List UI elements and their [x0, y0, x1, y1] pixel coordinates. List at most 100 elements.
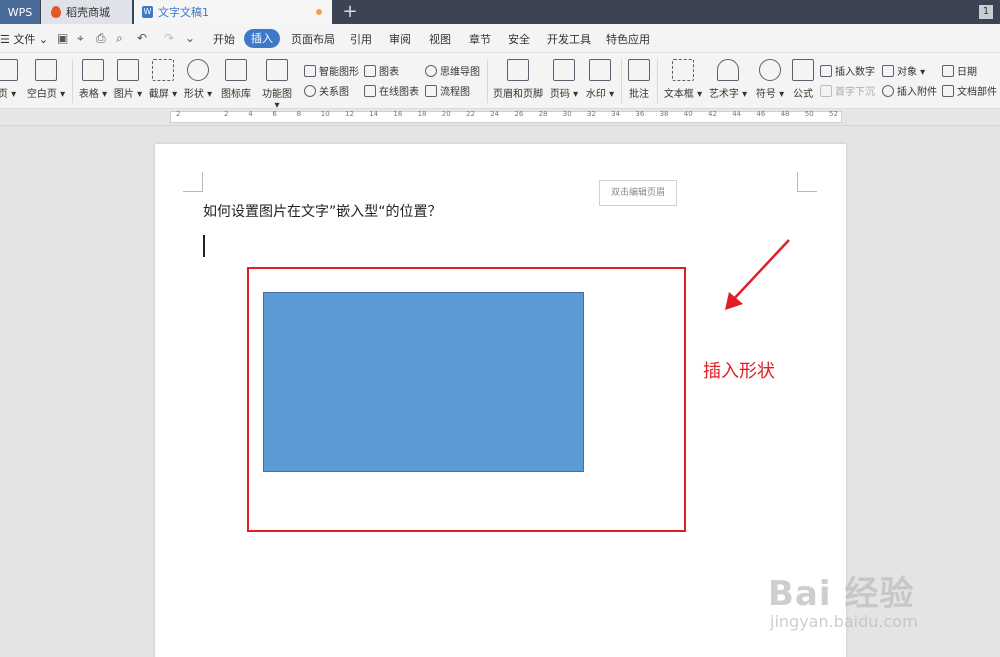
- document-text-question[interactable]: 如何设置图片在文字”嵌入型“的位置？: [203, 201, 442, 221]
- insert-number-button[interactable]: 插入数字: [820, 63, 875, 78]
- watermark-url: jingyan.baidu.com: [770, 612, 918, 631]
- icon-library-icon: [225, 59, 247, 81]
- smart-art-icon: [304, 64, 316, 77]
- blank-page-icon: [35, 59, 57, 81]
- drop-cap-button[interactable]: 首字下沉: [820, 83, 875, 98]
- menu-review[interactable]: 审阅: [389, 31, 411, 47]
- ruler-number: 40: [683, 110, 693, 118]
- insert-number-icon: [820, 64, 832, 77]
- online-chart-icon: [364, 84, 376, 97]
- picture-icon: [117, 59, 139, 81]
- watermark-brand: Bai 经验: [768, 574, 915, 614]
- edit-header-hint[interactable]: 双击编辑页眉: [599, 180, 677, 206]
- new-tab-button[interactable]: +: [340, 0, 360, 24]
- tab-wps-home[interactable]: WPS: [0, 0, 40, 24]
- print-icon[interactable]: ⎙: [96, 31, 106, 45]
- calendar-icon: [942, 64, 954, 77]
- tab-store-label: 稻壳商城: [66, 6, 110, 19]
- drop-cap-icon: [820, 84, 832, 97]
- object-button[interactable]: 对象 ▾: [882, 63, 925, 78]
- menu-bar: ☰ 文件 ⌄ ▣ ⌖ ⎙ ⌕ ↶ ↷ ⌄ 开始 插入 页面布局 引用 审阅 视图…: [0, 24, 1000, 53]
- online-chart-button[interactable]: 在线图表: [364, 83, 419, 98]
- function-chart-button[interactable]: 功能图 ▾: [258, 59, 296, 111]
- chart-button[interactable]: 图表: [364, 63, 399, 78]
- window-count-badge[interactable]: 1: [979, 5, 993, 19]
- icon-library-button[interactable]: 图标库: [220, 59, 252, 100]
- header-footer-icon: [507, 59, 529, 81]
- redo-icon[interactable]: ↷: [164, 31, 174, 45]
- undo-icon[interactable]: ↶: [137, 31, 147, 45]
- ruler-number: 36: [635, 110, 645, 118]
- smart-art-button[interactable]: 智能图形: [304, 63, 359, 78]
- menu-references[interactable]: 引用: [350, 31, 372, 47]
- title-bar: WPS 稻壳商城 W 文字文稿1 + 1: [0, 0, 1000, 24]
- relation-icon: [304, 84, 316, 97]
- wordart-icon: [717, 59, 739, 81]
- header-footer-button[interactable]: 页眉和页脚: [492, 59, 544, 100]
- tab-document[interactable]: W 文字文稿1: [134, 0, 332, 24]
- ruler-number: 12: [345, 110, 354, 118]
- blank-page-button[interactable]: 空白页 ▾: [26, 59, 66, 100]
- page-number-button[interactable]: 页码 ▾: [549, 59, 579, 100]
- ruler-number: 48: [780, 110, 790, 118]
- object-icon: [882, 64, 894, 77]
- symbol-button[interactable]: 符号 ▾: [754, 59, 786, 100]
- ruler-number: 30: [562, 110, 572, 118]
- tab-store[interactable]: 稻壳商城: [41, 0, 132, 24]
- watermark-button[interactable]: 水印 ▾: [585, 59, 615, 100]
- date-button[interactable]: 日期: [942, 63, 977, 78]
- relation-chart-button[interactable]: 关系图: [304, 83, 349, 98]
- menu-view[interactable]: 视图: [429, 31, 451, 47]
- doc-parts-button[interactable]: 文档部件: [942, 83, 997, 98]
- ribbon-separator: [621, 59, 622, 103]
- wordart-button[interactable]: 艺术字 ▾: [708, 59, 748, 100]
- shape-icon: [187, 59, 209, 81]
- ruler-number: 28: [538, 110, 548, 118]
- menu-security[interactable]: 安全: [508, 31, 530, 47]
- ruler-number: 46: [756, 110, 766, 118]
- ruler-number: 2: [176, 110, 181, 118]
- flowchart-button[interactable]: 流程图: [425, 83, 470, 98]
- ruler-number: 2: [224, 110, 229, 118]
- mind-map-button[interactable]: 思维导图: [425, 63, 480, 78]
- menu-start[interactable]: 开始: [213, 31, 235, 47]
- shape-button[interactable]: 形状 ▾: [183, 59, 213, 100]
- ruler-number: 38: [659, 110, 669, 118]
- ruler-number: 50: [804, 110, 814, 118]
- writer-doc-icon: W: [142, 6, 153, 18]
- inserted-rectangle-shape[interactable]: [263, 292, 584, 472]
- doc-parts-icon: [942, 84, 954, 97]
- ruler-number: 14: [369, 110, 379, 118]
- menu-special[interactable]: 特色应用: [606, 31, 650, 47]
- page-icon: [0, 59, 18, 81]
- page-break-button[interactable]: 页 ▾: [0, 59, 20, 100]
- table-button[interactable]: 表格 ▾: [78, 59, 108, 100]
- save-icon[interactable]: ▣: [57, 31, 68, 45]
- screenshot-icon: [152, 59, 174, 81]
- menu-chapter[interactable]: 章节: [469, 31, 491, 47]
- textbox-button[interactable]: 文本框 ▾: [663, 59, 703, 100]
- ruler-number: 52: [829, 110, 838, 118]
- insert-attachment-button[interactable]: 插入附件: [882, 83, 937, 98]
- menu-developer[interactable]: 开发工具: [547, 31, 591, 47]
- ruler-number: 8: [296, 110, 302, 118]
- file-menu[interactable]: ☰ 文件 ⌄: [0, 31, 48, 47]
- format-painter-icon[interactable]: ⌖: [77, 31, 84, 45]
- ribbon-separator: [487, 59, 488, 103]
- comment-button[interactable]: 批注: [626, 59, 652, 100]
- document-page[interactable]: 双击编辑页眉 如何设置图片在文字”嵌入型“的位置？ 插入形状: [155, 144, 846, 657]
- horizontal-ruler[interactable]: 2 2 4 6 8 10 12 14 16 18 20 22 24 26 28 30 32 34 36 38 40 42 4…: [0, 109, 1000, 126]
- ruler-number: 34: [611, 110, 621, 118]
- menu-insert[interactable]: 插入: [244, 29, 280, 48]
- customize-toolbar-icon[interactable]: ⌄: [185, 31, 195, 45]
- picture-button[interactable]: 图片 ▾: [113, 59, 143, 100]
- ruler-number: 24: [490, 110, 500, 118]
- ruler-number: 44: [732, 110, 742, 118]
- print-preview-icon[interactable]: ⌕: [116, 31, 123, 45]
- menu-page-layout[interactable]: 页面布局: [291, 31, 335, 47]
- ribbon-separator: [657, 59, 658, 103]
- ribbon-insert: 页 ▾ 空白页 ▾ 表格 ▾ 图片 ▾ 截屏 ▾ 形状 ▾ 图标库 功能图 ▾ …: [0, 53, 1000, 111]
- screenshot-button[interactable]: 截屏 ▾: [148, 59, 178, 100]
- formula-button[interactable]: 公式: [790, 59, 816, 100]
- ruler-track: [170, 111, 842, 123]
